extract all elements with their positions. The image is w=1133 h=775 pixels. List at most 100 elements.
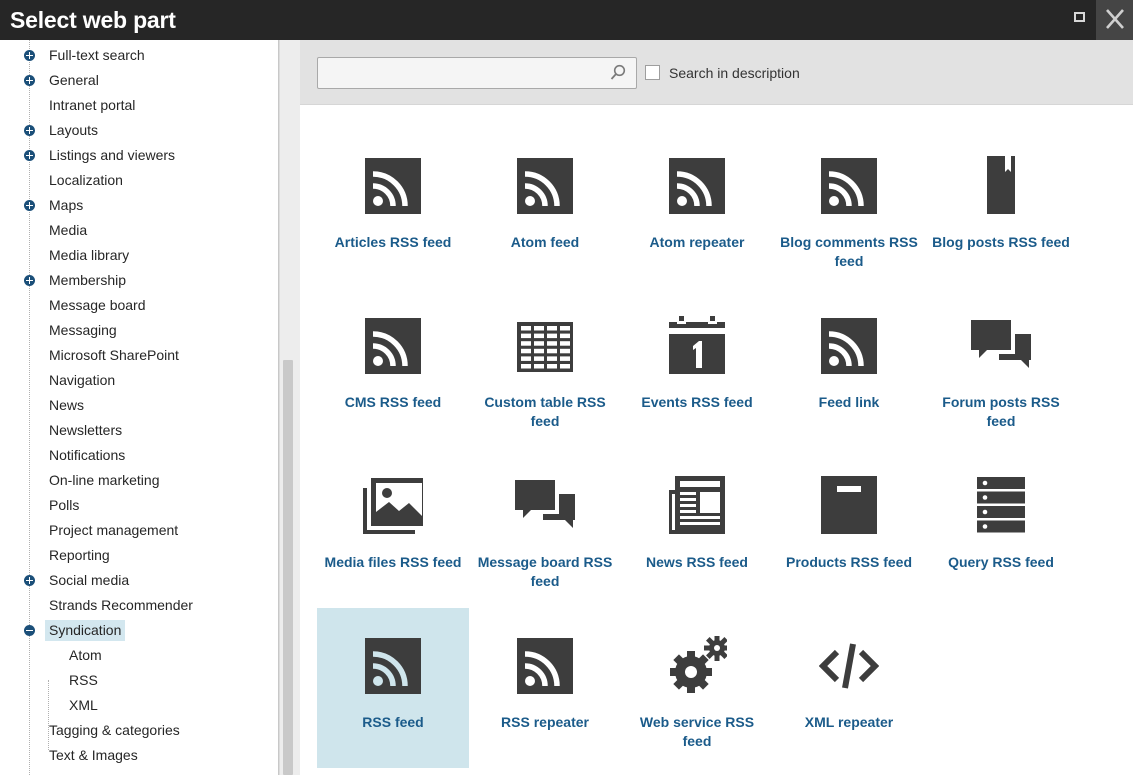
- tree-item[interactable]: Messaging: [0, 318, 278, 343]
- tree-item[interactable]: Intranet portal: [0, 93, 278, 118]
- tree-item[interactable]: Reporting: [0, 543, 278, 568]
- tree-item[interactable]: RSS: [0, 668, 278, 693]
- search-in-description-checkbox[interactable]: [645, 65, 660, 80]
- tree-item[interactable]: On-line marketing: [0, 468, 278, 493]
- tree-item[interactable]: Localization: [0, 168, 278, 193]
- search-input[interactable]: [324, 62, 604, 84]
- tree-item-label: Maps: [49, 197, 84, 213]
- chat-bubbles-icon: [971, 320, 1031, 368]
- close-button[interactable]: [1096, 0, 1133, 40]
- webpart-tile[interactable]: Events RSS feed: [621, 288, 773, 448]
- tree-item[interactable]: Newsletters: [0, 418, 278, 443]
- maximize-icon: [1074, 12, 1085, 22]
- tree-item-label: Membership: [49, 272, 127, 288]
- tree-item-label: Atom: [69, 647, 102, 663]
- webpart-tile[interactable]: News RSS feed: [621, 448, 773, 608]
- tree-item-label: On-line marketing: [49, 472, 160, 488]
- expand-icon[interactable]: [24, 50, 35, 61]
- webpart-tile[interactable]: Message board RSS feed: [469, 448, 621, 608]
- tree-item[interactable]: Project management: [0, 518, 278, 543]
- tree-item[interactable]: News: [0, 393, 278, 418]
- tree-item[interactable]: Maps: [0, 193, 278, 218]
- tree-item-label: Polls: [49, 497, 80, 513]
- tree-item[interactable]: Message board: [0, 293, 278, 318]
- tree-scrollbar[interactable]: [279, 40, 300, 775]
- image-stack-icon: [363, 478, 423, 534]
- webpart-tile[interactable]: Feed link: [773, 288, 925, 448]
- webpart-tile[interactable]: Atom repeater: [621, 128, 773, 288]
- webpart-tile[interactable]: Web service RSS feed: [621, 608, 773, 768]
- rss-icon: [669, 158, 725, 214]
- tree-item[interactable]: Text & Images: [0, 743, 278, 768]
- tree-item-label: Intranet portal: [49, 97, 136, 113]
- expand-icon[interactable]: [24, 275, 35, 286]
- webpart-label: Feed link: [818, 394, 880, 410]
- webpart-tile[interactable]: Products RSS feed: [773, 448, 925, 608]
- expand-icon[interactable]: [24, 125, 35, 136]
- webpart-tile[interactable]: Atom feed: [469, 128, 621, 288]
- webpart-tile[interactable]: Forum posts RSS feed: [925, 288, 1077, 448]
- webpart-label: Atom repeater: [649, 234, 745, 250]
- maximize-button[interactable]: [1066, 6, 1094, 28]
- tree-item[interactable]: Full-text search: [0, 43, 278, 68]
- tree-item[interactable]: Social media: [0, 568, 278, 593]
- tree-item[interactable]: Tagging & categories: [0, 718, 278, 743]
- tree-item-label: Text & Images: [49, 747, 138, 763]
- tree-item[interactable]: Navigation: [0, 368, 278, 393]
- webpart-tile[interactable]: Blog posts RSS feed: [925, 128, 1077, 288]
- title-bar: Select web part: [0, 0, 1133, 40]
- tree-item[interactable]: Media library: [0, 243, 278, 268]
- rss-icon: [517, 638, 573, 694]
- expand-icon[interactable]: [24, 75, 35, 86]
- tree-item[interactable]: Strands Recommender: [0, 593, 278, 618]
- bookmark-icon: [987, 156, 1015, 214]
- tree-item[interactable]: Atom: [0, 643, 278, 668]
- dialog-title: Select web part: [10, 7, 176, 33]
- webpart-tile[interactable]: Query RSS feed: [925, 448, 1077, 608]
- tree-item-label: Microsoft SharePoint: [49, 347, 179, 363]
- tree-item[interactable]: Notifications: [0, 443, 278, 468]
- tree-item[interactable]: Listings and viewers: [0, 143, 278, 168]
- webpart-tile[interactable]: XML repeater: [773, 608, 925, 768]
- webpart-tile[interactable]: Custom table RSS feed: [469, 288, 621, 448]
- search-in-description-label: Search in description: [669, 65, 800, 81]
- tree-item-label: RSS: [69, 672, 98, 688]
- tree-item[interactable]: Layouts: [0, 118, 278, 143]
- chat-bubbles-icon: [515, 480, 575, 528]
- rss-icon: [517, 158, 573, 214]
- webpart-tile[interactable]: Media files RSS feed: [317, 448, 469, 608]
- webpart-tile[interactable]: Articles RSS feed: [317, 128, 469, 288]
- collapse-icon[interactable]: [24, 625, 35, 636]
- rss-icon: [365, 638, 421, 694]
- webpart-tile[interactable]: Blog comments RSS feed: [773, 128, 925, 288]
- scrollbar-thumb[interactable]: [283, 360, 293, 775]
- expand-icon[interactable]: [24, 575, 35, 586]
- webpart-label: XML repeater: [804, 714, 894, 730]
- tree-item-label: Reporting: [49, 547, 110, 563]
- tree-item-label: News: [49, 397, 85, 413]
- product-box-icon: [821, 476, 877, 534]
- tree-item[interactable]: XML: [0, 693, 278, 718]
- tree-item[interactable]: General: [0, 68, 278, 93]
- webpart-label: RSS repeater: [501, 714, 589, 730]
- tree-item-label: Localization: [49, 172, 123, 188]
- close-icon: [1106, 9, 1124, 29]
- search-bar: Search in description: [300, 40, 1133, 105]
- table-icon: [517, 322, 573, 372]
- webpart-tile[interactable]: RSS feed: [317, 608, 469, 768]
- expand-icon[interactable]: [24, 200, 35, 211]
- webpart-label: Events RSS feed: [641, 394, 753, 410]
- tree-item[interactable]: Syndication: [0, 618, 278, 643]
- expand-icon[interactable]: [24, 150, 35, 161]
- tree-item-label: Media: [49, 222, 88, 238]
- tree-item-label: Newsletters: [49, 422, 123, 438]
- tree-item[interactable]: Media: [0, 218, 278, 243]
- tree-item[interactable]: Microsoft SharePoint: [0, 343, 278, 368]
- tree-item[interactable]: Polls: [0, 493, 278, 518]
- tree-item[interactable]: Membership: [0, 268, 278, 293]
- search-icon[interactable]: [610, 64, 626, 82]
- webpart-tile[interactable]: RSS repeater: [469, 608, 621, 768]
- webpart-label: Message board RSS feed: [477, 554, 613, 589]
- calendar-icon: [669, 316, 725, 374]
- webpart-tile[interactable]: CMS RSS feed: [317, 288, 469, 448]
